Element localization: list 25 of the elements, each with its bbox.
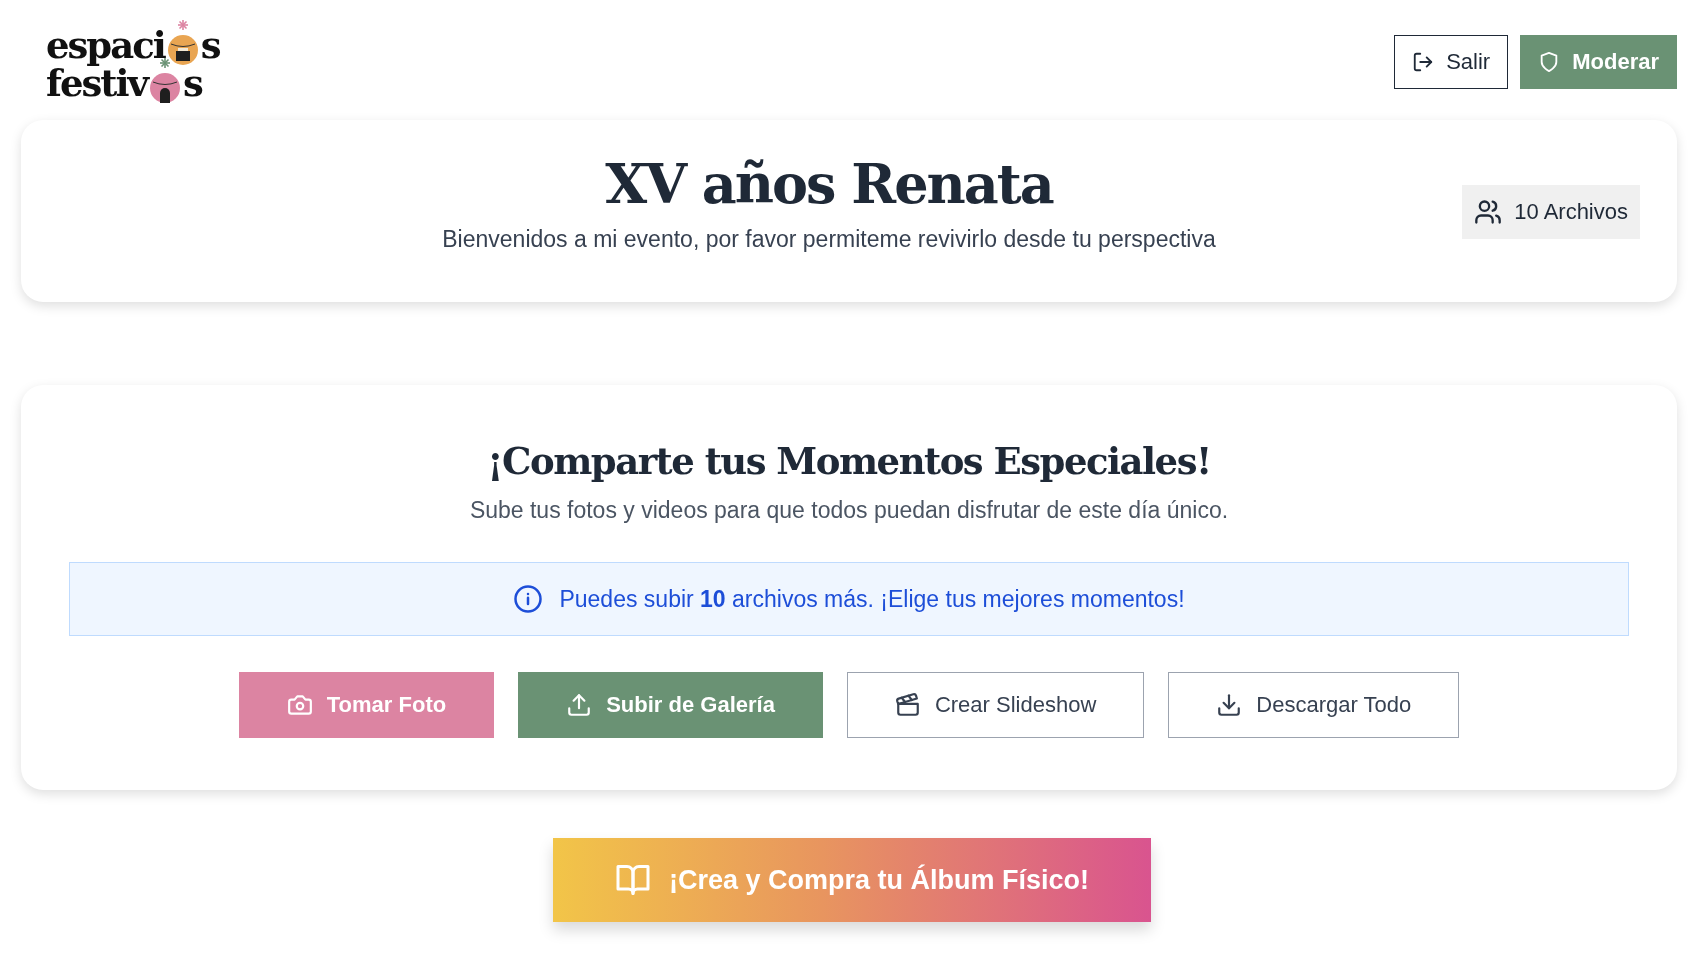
file-count-badge: 10 Archivos: [1462, 185, 1640, 239]
download-icon: [1216, 692, 1243, 718]
cake-circle-icon: [165, 18, 200, 66]
logout-icon: [1412, 51, 1435, 73]
moderate-button[interactable]: Moderar: [1520, 35, 1677, 89]
exit-button[interactable]: Salir: [1394, 35, 1509, 89]
create-slideshow-button[interactable]: Crear Slideshow: [846, 672, 1145, 738]
logo-text: s: [182, 66, 202, 100]
photo-album-button[interactable]: ¡Crea y Compra tu Álbum Físico!: [553, 838, 1151, 922]
share-heading: ¡Comparte tus Momentos Especiales!: [487, 439, 1211, 483]
info-icon: [513, 584, 544, 614]
book-icon: [614, 862, 651, 898]
users-icon: [1474, 198, 1503, 226]
logo-text: s: [200, 28, 220, 62]
event-title: XV años Renata: [605, 152, 1053, 216]
share-description: Sube tus fotos y videos para que todos puedan disfrutar de este día único.: [469, 497, 1229, 524]
upload-gallery-button[interactable]: Subir de Galería: [518, 672, 823, 738]
event-subtitle: Bienvenidos a mi evento, por favor permiteme revivirlo desde tu perspectiva: [442, 226, 1216, 253]
take-photo-button[interactable]: Tomar Foto: [238, 672, 495, 738]
camera-icon: [286, 692, 313, 718]
clapperboard-icon: [894, 692, 921, 718]
upload-icon: [566, 692, 593, 718]
upload-limit-notice: Puedes subir 10 archivos más. ¡Elige tus mejores momentos!: [69, 562, 1629, 636]
logo-text: festiv: [46, 66, 147, 100]
download-all-button[interactable]: Descargar Todo: [1168, 672, 1460, 738]
